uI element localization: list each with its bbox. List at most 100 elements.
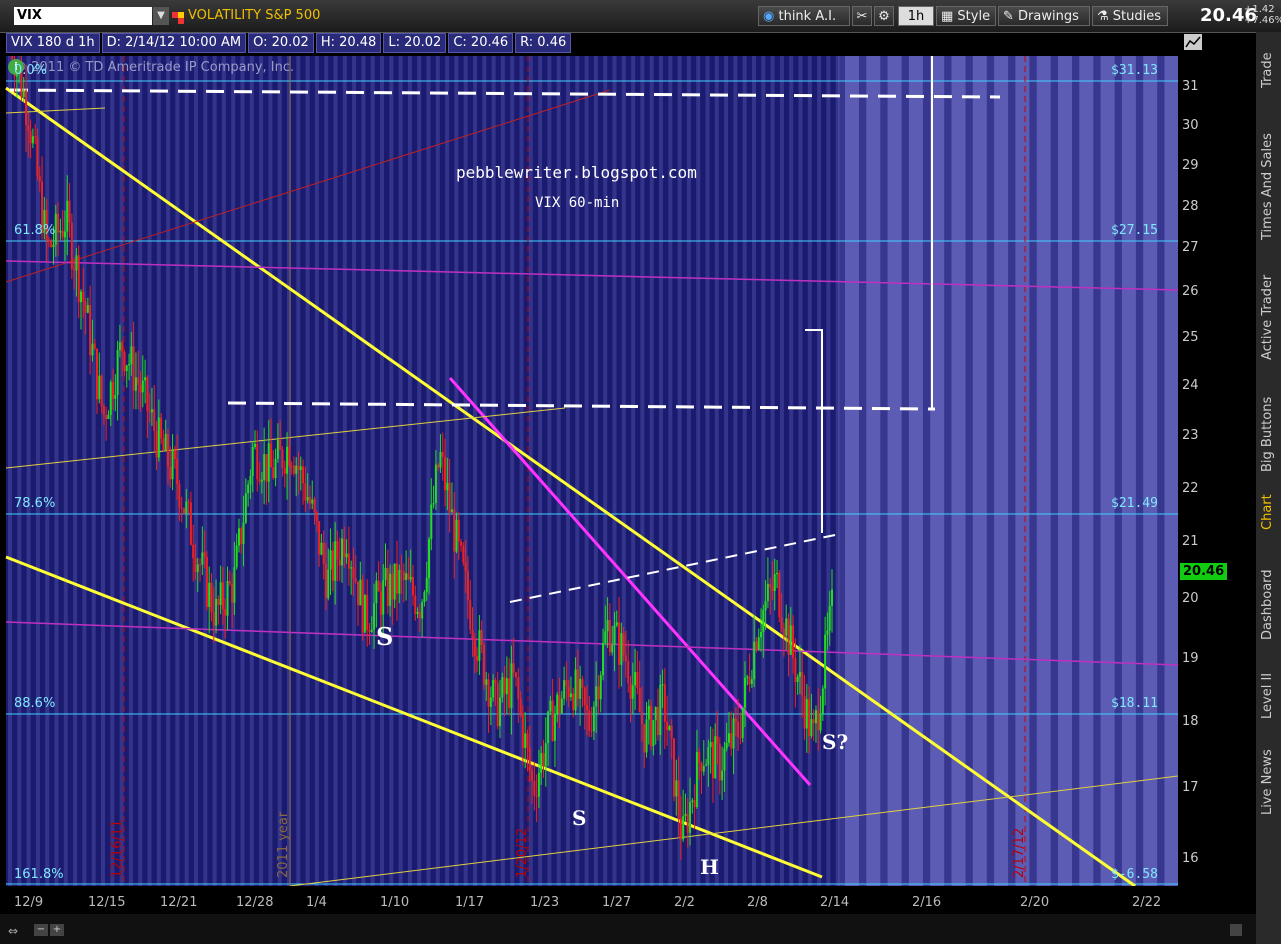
candle-body [434,464,437,504]
candle-body [425,577,428,592]
candle-body [98,375,101,400]
candle-body [446,482,449,491]
session-stripe [761,56,766,886]
candle-body [785,618,788,636]
candle-body [295,465,298,474]
session-stripe [770,56,775,886]
candle-body [714,736,717,779]
candle-body [634,672,637,686]
candle-body [208,582,211,607]
candle-body [547,711,550,744]
expand-icon[interactable]: ⇔ [8,924,18,938]
candle-body [828,605,831,631]
scroll-end-icon[interactable] [1230,924,1242,936]
studies-label: Studies [1112,9,1162,24]
chart-settings-icon[interactable] [1184,34,1202,50]
candle-body [132,346,135,391]
session-stripe [361,56,366,886]
candle-body [590,730,593,732]
candle-body [382,580,385,615]
candle-body [327,569,330,599]
think-ai-button[interactable]: ◉ think A.I. [758,6,850,26]
flag-icon[interactable] [172,9,184,24]
candle-body [379,591,382,615]
candle-body [286,446,289,474]
candle-body [638,687,641,713]
candle-body [803,696,806,729]
gear-icon[interactable]: ⚙ [874,6,894,26]
drawings-button[interactable]: ✎ Drawings [998,6,1090,26]
candle-body [235,545,238,568]
candle-body [180,507,183,509]
candle-body [512,663,515,673]
candle-body [810,719,813,736]
head-label: H [700,855,719,879]
session-stripe [426,56,431,886]
candle-body [485,679,488,685]
zoom-out-icon[interactable]: − [34,924,48,936]
session-stripe [314,56,319,886]
session-stripe [17,56,22,886]
candle-body [166,433,169,467]
candle-body [693,800,696,808]
candle-body [659,684,662,736]
candle-body [643,723,646,753]
studies-button[interactable]: ⚗ Studies [1092,6,1168,26]
candle-body [251,446,254,476]
candle-body [611,644,614,653]
candle-body [599,675,602,700]
candle-body [531,770,534,781]
candle-body [711,741,714,779]
candle-body [393,563,396,600]
candle-body [640,712,643,724]
style-icon: ▦ [941,9,958,24]
zoom-in-icon[interactable]: + [50,924,64,936]
candle-body [691,800,694,803]
candle-body [666,721,669,730]
candle-body [336,541,339,560]
x-tick-label: 2/16 [912,895,942,910]
candle-body [237,528,240,546]
session-stripe [779,56,784,886]
price-chart[interactable] [0,56,1256,936]
candle-body [38,176,41,182]
candle-body [267,443,270,482]
style-button[interactable]: ▦ Style [936,6,996,26]
candle-body [732,718,735,749]
shuffle-icon[interactable]: ✂ [852,6,872,26]
candle-body [276,439,279,459]
candle-body [602,642,605,676]
session-stripe [147,56,152,886]
series-label: VIX 180 d 1h [6,33,100,53]
candle-body [75,255,78,271]
candle-body [359,579,362,606]
session-stripe [128,56,133,886]
candle-body [350,567,353,569]
candle-body [776,572,779,575]
candle-body [654,706,657,721]
candle-body [407,573,410,580]
candle-body [123,351,126,372]
session-stripe [752,56,756,886]
candle-body [686,814,689,833]
candle-body [588,710,591,731]
candle-body [146,377,149,412]
candle-body [233,567,236,603]
candle-body [199,564,202,566]
symbol-dropdown-button[interactable]: ▼ [153,7,169,25]
candle-body [155,431,158,458]
candle-body [496,683,499,727]
candle-body [819,713,822,731]
candle-body [682,816,685,840]
candle-body [448,482,451,513]
timeframe-button[interactable]: 1h [898,6,934,26]
candle-body [677,780,680,819]
symbol-input[interactable]: VIX [14,7,152,25]
candle-body [750,679,753,685]
y-tick-label: 29 [1182,158,1199,173]
candle-body [489,697,492,707]
session-stripe [54,56,59,886]
candle-body [510,663,513,708]
candle-body [824,634,827,689]
candle-body [398,570,401,594]
